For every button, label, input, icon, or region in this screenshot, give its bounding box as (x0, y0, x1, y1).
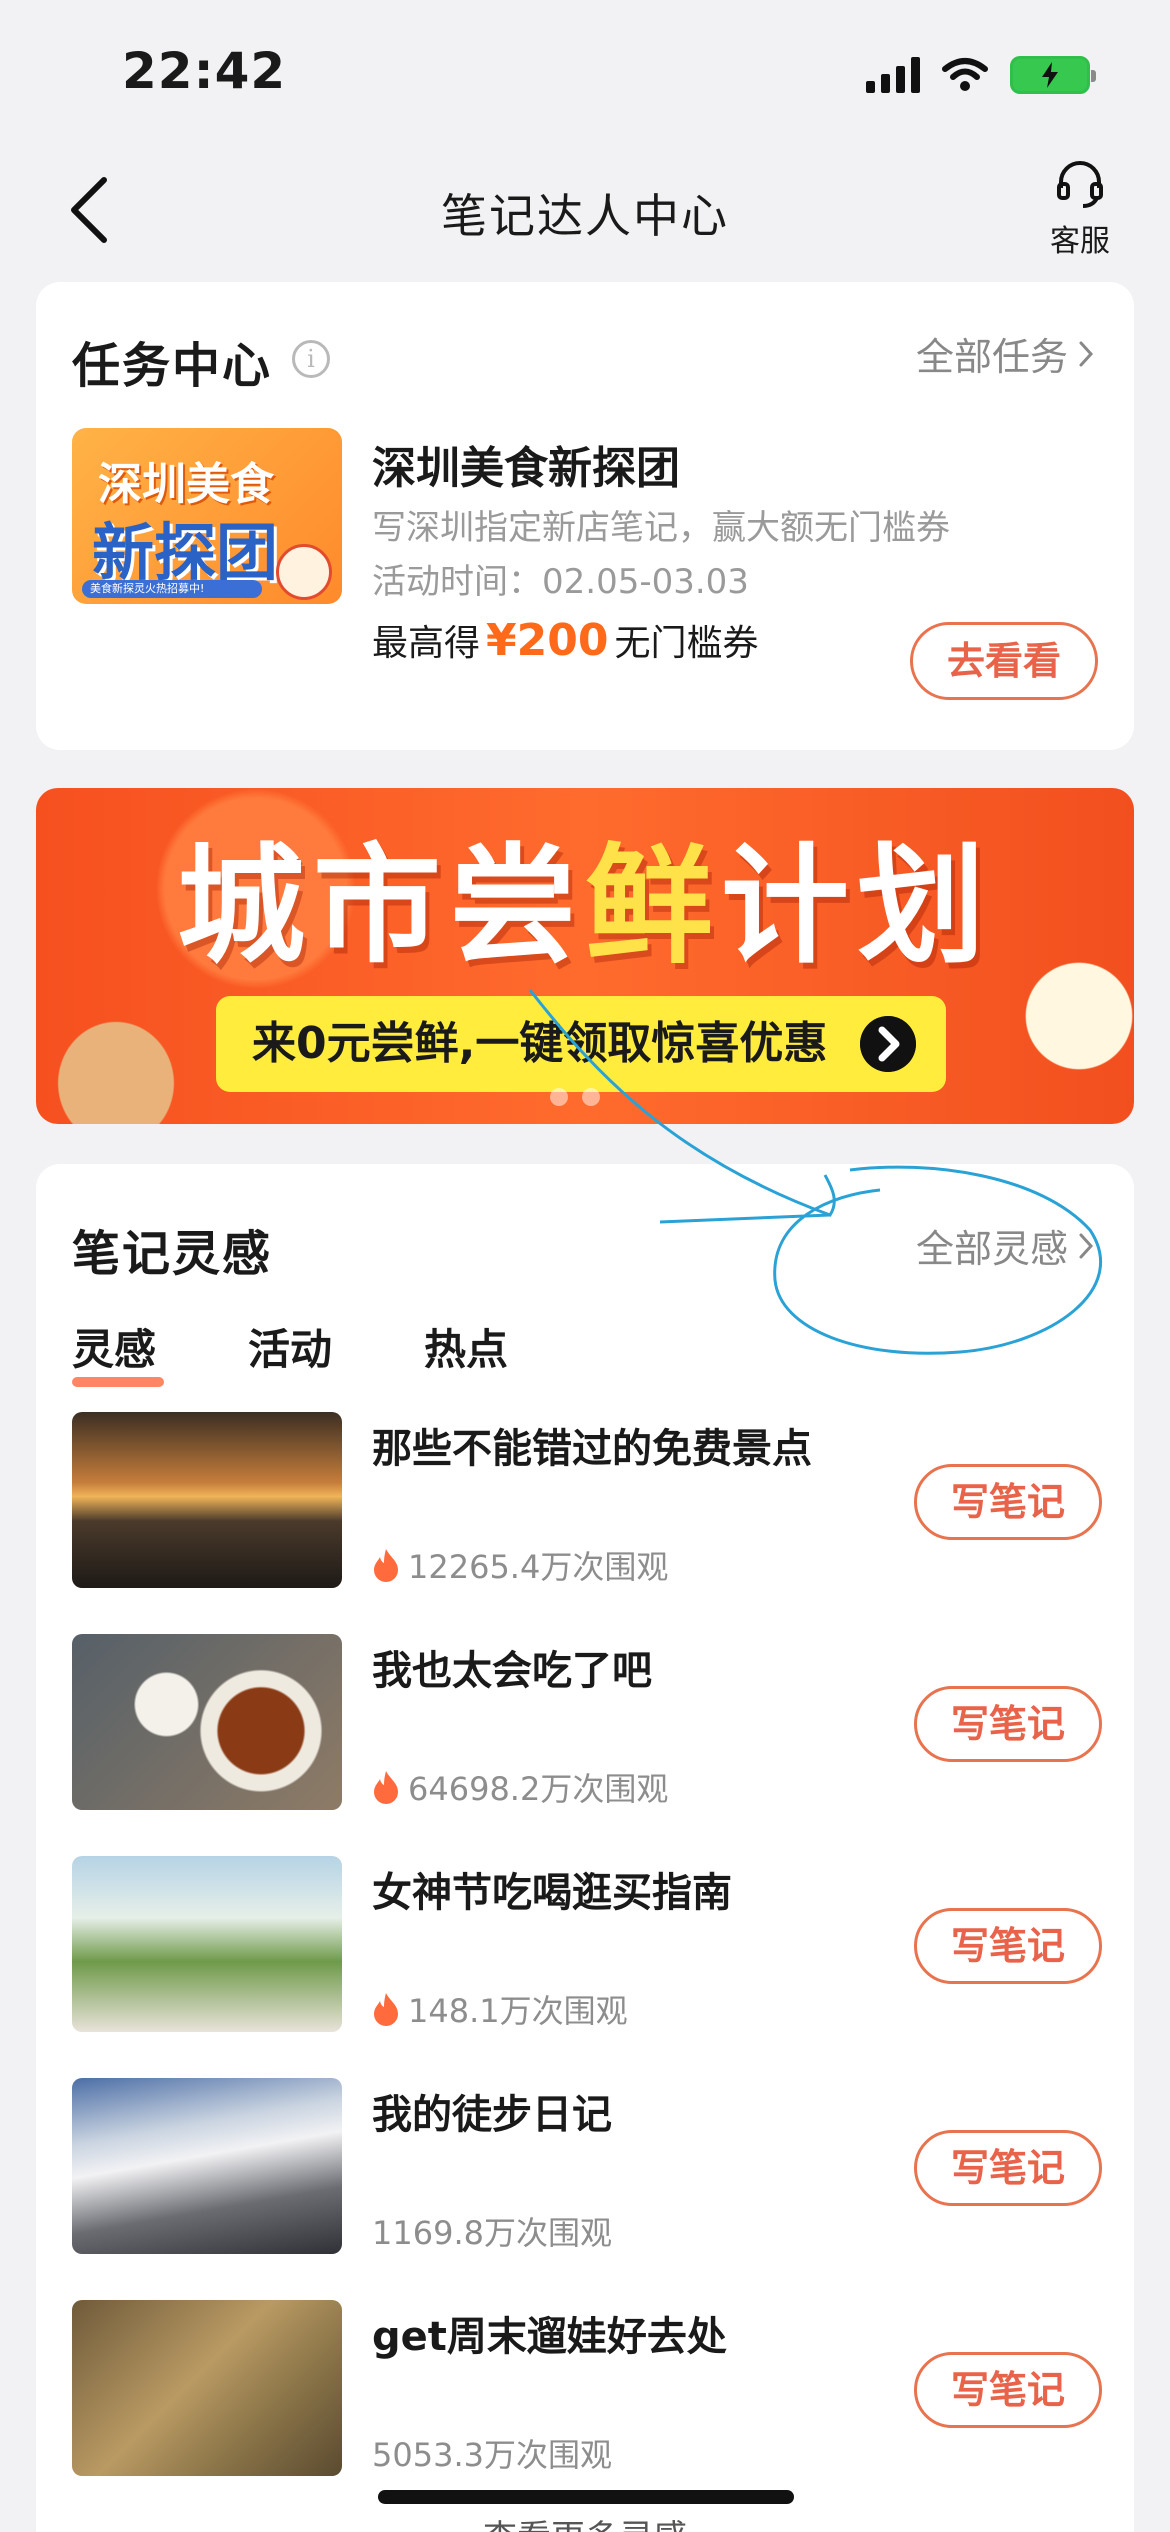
banner-subtitle-text: 来0元尝鲜,一键领取惊喜优惠 (252, 1018, 828, 1069)
list-item[interactable]: 我也太会吃了吧 64698.2万次围观 写笔记 (72, 1634, 1102, 1812)
banner-title-highlight: 鲜 (584, 832, 721, 981)
write-note-button[interactable]: 写笔记 (914, 2352, 1102, 2428)
item-thumbnail (72, 2078, 342, 2254)
thumb-strip: 美食新探灵火热招募中! (82, 580, 262, 598)
banner-title-part2: 计划 (721, 832, 994, 981)
write-note-button[interactable]: 写笔记 (914, 2130, 1102, 2206)
carousel-dot (582, 1088, 600, 1106)
arrow-right-icon (860, 1016, 916, 1072)
item-thumbnail (72, 2300, 342, 2476)
promo-banner[interactable]: 城市尝鲜计划 来0元尝鲜,一键领取惊喜优惠 (36, 788, 1134, 1124)
chevron-right-icon (1079, 1233, 1094, 1258)
item-title: 我也太会吃了吧 (372, 1648, 652, 1694)
item-thumbnail (72, 1856, 342, 2032)
headset-icon (1057, 161, 1103, 208)
item-title: 那些不能错过的免费景点 (372, 1426, 812, 1472)
task-name[interactable]: 深圳美食新探团 (372, 432, 680, 496)
inspiration-card: 笔记灵感 全部灵感 灵感 活动 热点 那些不能错过的免费景点 12265.4万次… (36, 1164, 1134, 2532)
task-time: 活动时间：02.05-03.03 (372, 562, 749, 602)
list-item[interactable]: 那些不能错过的免费景点 12265.4万次围观 写笔记 (72, 1412, 1102, 1590)
item-views: 5053.3万次围观 (372, 2430, 612, 2476)
item-views-text: 148.1万次围观 (408, 1992, 628, 2030)
status-time: 22:42 (122, 42, 287, 100)
tab-activities[interactable]: 活动 (248, 1316, 332, 1387)
item-views-text: 12265.4万次围观 (408, 1548, 669, 1586)
task-thumbnail[interactable]: 深圳美食 新探团 美食新探灵火热招募中! (72, 428, 342, 604)
inspiration-title: 笔记灵感 (72, 1226, 273, 1282)
item-thumbnail (72, 1634, 342, 1810)
list-item[interactable]: 我的徒步日记 1169.8万次围观 写笔记 (72, 2078, 1102, 2256)
item-views: 12265.4万次围观 (372, 1542, 668, 1588)
reward-amount: ¥200 (486, 615, 609, 666)
customer-service-label: 客服 (1050, 224, 1110, 259)
navigation-bar: 笔记达人中心 客服 (0, 150, 1170, 280)
inspiration-tabs: 灵感 活动 热点 (72, 1316, 508, 1387)
task-description: 写深圳指定新店笔记，赢大额无门槛券 (372, 508, 950, 548)
write-note-button[interactable]: 写笔记 (914, 1908, 1102, 1984)
info-icon[interactable]: i (292, 340, 330, 378)
task-center-card: 任务中心 i 全部任务 深圳美食 新探团 美食新探灵火热招募中! 深圳美食新探团… (36, 282, 1134, 750)
list-item[interactable]: 女神节吃喝逛买指南 148.1万次围观 写笔记 (72, 1856, 1102, 2034)
all-tasks-link[interactable]: 全部任务 (916, 326, 1094, 381)
status-icons (866, 56, 1096, 94)
tab-hot-topics[interactable]: 热点 (424, 1316, 508, 1387)
carousel-dot (550, 1088, 568, 1106)
page-title: 笔记达人中心 (441, 189, 729, 243)
mascot-icon (276, 544, 332, 600)
all-inspiration-label: 全部灵感 (915, 1227, 1068, 1271)
status-bar: 22:42 (0, 0, 1170, 150)
banner-title-part1: 城市尝 (176, 832, 585, 981)
write-note-button[interactable]: 写笔记 (914, 1464, 1102, 1540)
reward-suffix: 无门槛券 (614, 623, 759, 664)
item-title: 我的徒步日记 (372, 2092, 612, 2138)
flame-icon (374, 1771, 398, 1804)
wifi-icon (942, 58, 988, 91)
list-item[interactable]: get周末遛娃好去处 5053.3万次围观 写笔记 (72, 2300, 1102, 2478)
carousel-dots (550, 1088, 600, 1106)
croissant-decoration (36, 988, 206, 1124)
all-inspiration-link[interactable]: 全部灵感 (916, 1218, 1094, 1273)
item-title: 女神节吃喝逛买指南 (372, 1870, 732, 1916)
flame-icon (374, 1993, 398, 2026)
reward-prefix: 最高得 (372, 623, 481, 664)
item-views-text: 1169.8万次围观 (372, 2214, 612, 2252)
item-views-text: 5053.3万次围观 (372, 2436, 612, 2474)
battery-charging-icon (1010, 56, 1096, 94)
item-title: get周末遛娃好去处 (372, 2314, 727, 2360)
home-indicator (378, 2490, 794, 2504)
item-thumbnail (72, 1412, 342, 1588)
tab-inspiration[interactable]: 灵感 (72, 1316, 165, 1387)
item-views: 64698.2万次围观 (372, 1764, 668, 1810)
view-task-button[interactable]: 去看看 (910, 622, 1098, 700)
more-inspiration-hint[interactable]: 查看更多灵感 (0, 2510, 1170, 2532)
item-views-text: 64698.2万次围观 (408, 1770, 669, 1808)
banner-title: 城市尝鲜计划 (36, 802, 1134, 987)
item-views: 148.1万次围观 (372, 1986, 628, 2032)
task-reward: 最高得 ¥200 无门槛券 (372, 614, 759, 666)
item-views: 1169.8万次围观 (372, 2208, 612, 2254)
all-tasks-label: 全部任务 (915, 335, 1068, 379)
task-center-title: 任务中心 (72, 338, 273, 394)
chevron-right-icon (1079, 341, 1094, 366)
customer-service-button[interactable]: 客服 (1035, 160, 1125, 260)
write-note-button[interactable]: 写笔记 (914, 1686, 1102, 1762)
flame-icon (374, 1549, 398, 1582)
banner-subtitle: 来0元尝鲜,一键领取惊喜优惠 (216, 996, 946, 1092)
cellular-signal-icon (866, 57, 920, 93)
thumb-title-line2: 新探团 (92, 516, 279, 589)
